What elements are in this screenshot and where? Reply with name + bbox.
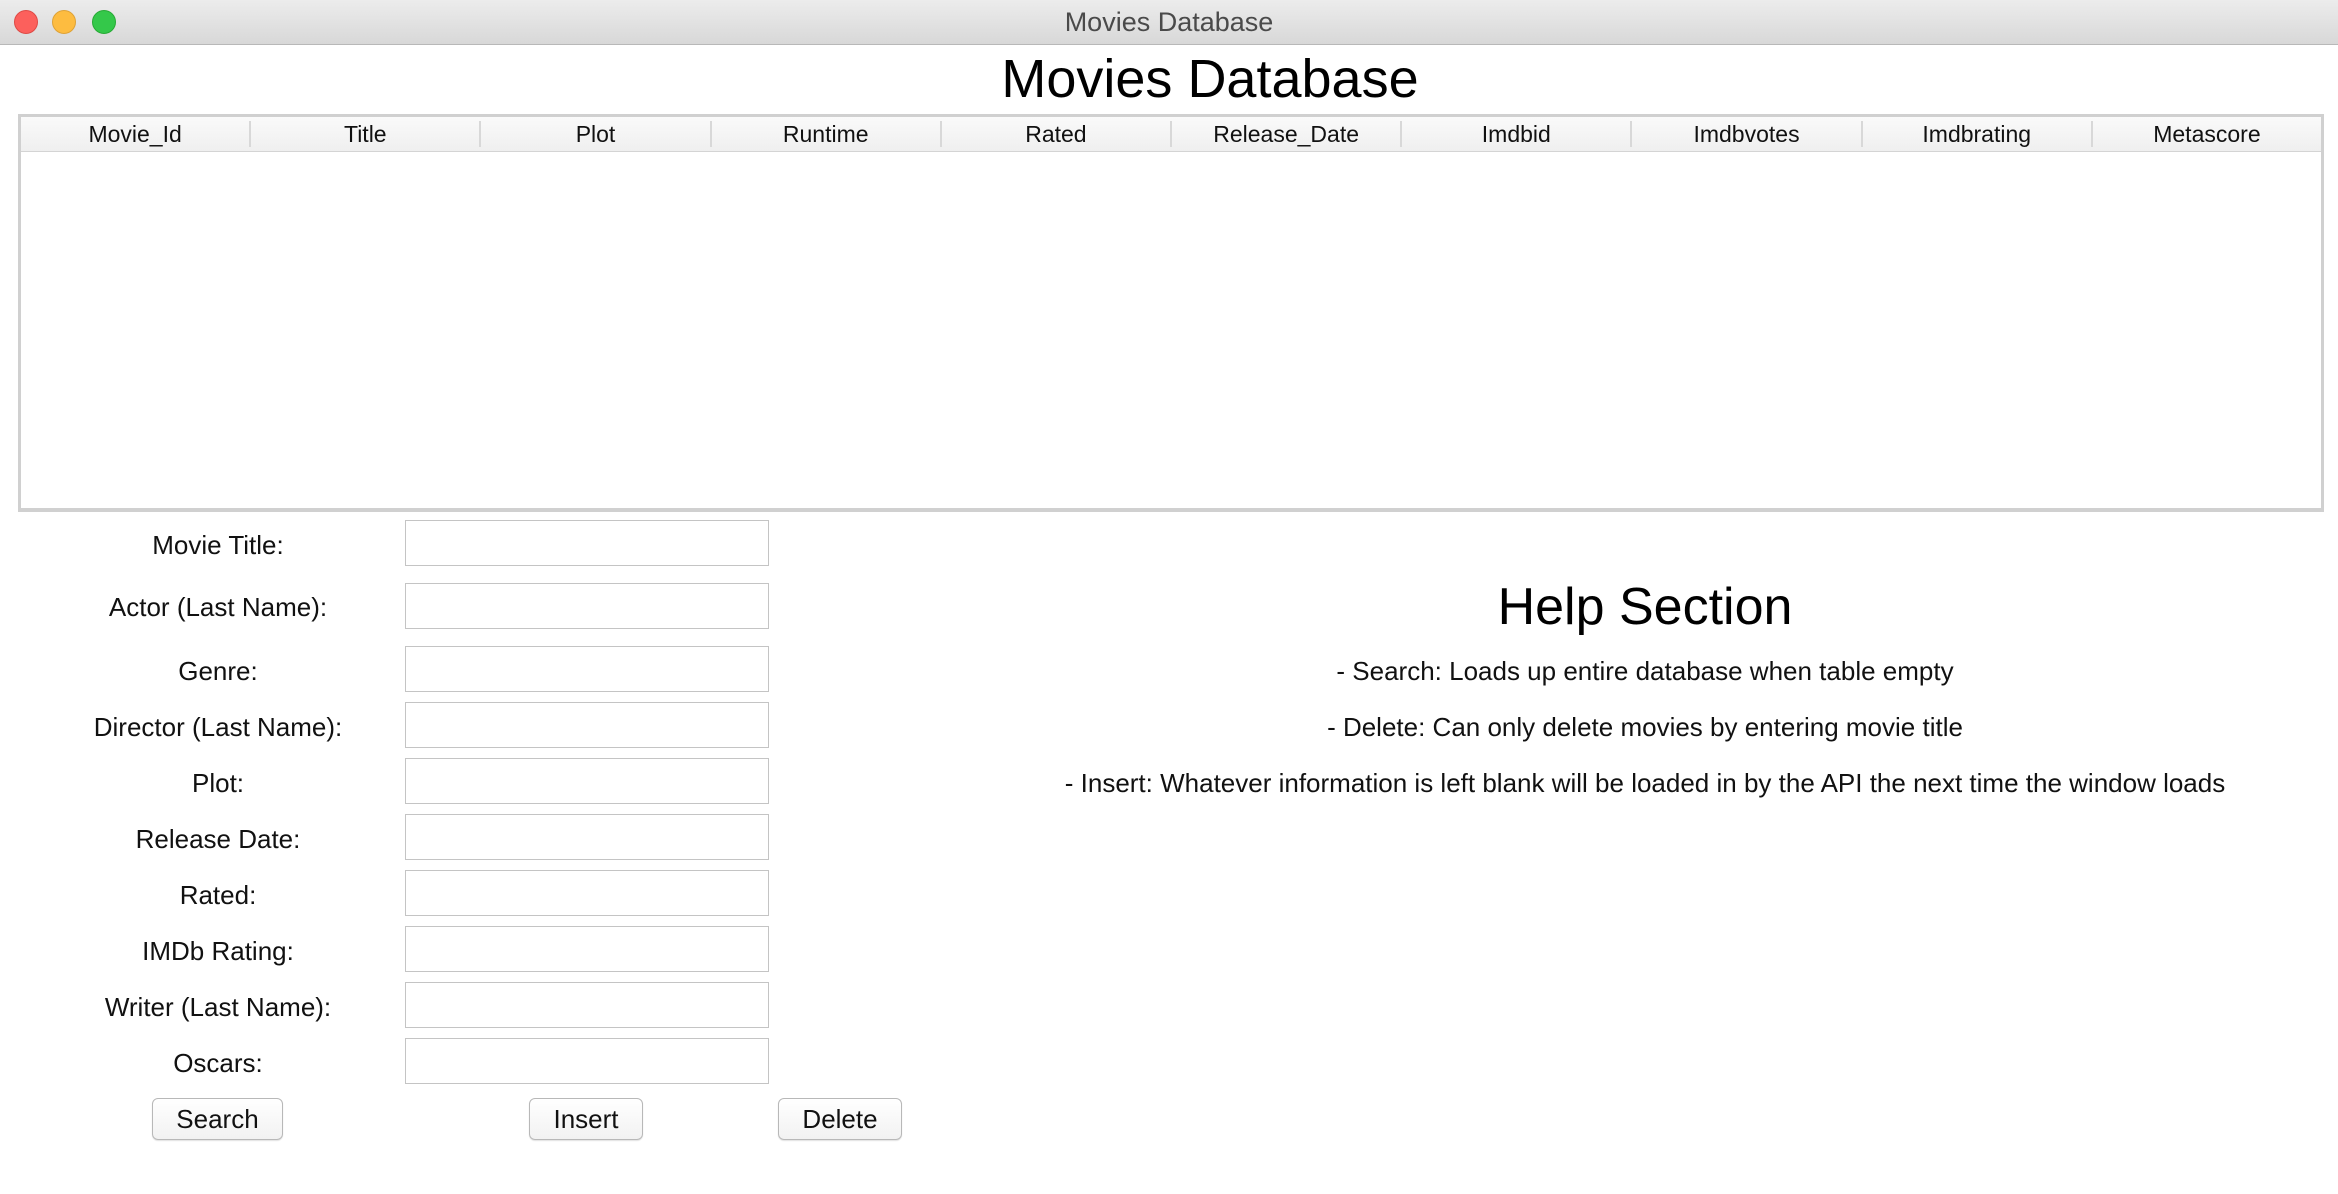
search-button[interactable]: Search [152, 1098, 283, 1140]
delete-button[interactable]: Delete [778, 1098, 902, 1140]
page-title: Movies Database [1001, 49, 1419, 109]
release-date-label: Release Date: [135, 824, 301, 854]
window-titlebar: Movies Database [0, 0, 2338, 45]
insert-button[interactable]: Insert [529, 1098, 643, 1140]
oscars-input[interactable] [405, 1038, 769, 1084]
help-search-text: - Search: Loads up entire database when … [1336, 656, 1954, 686]
director-last-name-input[interactable] [405, 702, 769, 748]
director-last-name-label: Director (Last Name): [93, 712, 343, 742]
movies-table[interactable]: Movie_Id Title Plot Runtime Rated Releas… [18, 114, 2324, 512]
table-header: Movie_Id Title Plot Runtime Rated Releas… [21, 117, 2321, 152]
help-section-heading: Help Section [1497, 578, 1793, 636]
column-header-imdbrating[interactable]: Imdbrating [1863, 121, 2093, 147]
plot-label: Plot: [191, 768, 245, 798]
column-header-title[interactable]: Title [251, 121, 482, 147]
release-date-input[interactable] [405, 814, 769, 860]
movie-title-label: Movie Title: [152, 530, 284, 560]
column-header-imdbvotes[interactable]: Imdbvotes [1632, 121, 1863, 147]
column-header-release-date[interactable]: Release_Date [1172, 121, 1403, 147]
imdb-rating-input[interactable] [405, 926, 769, 972]
actor-last-name-input[interactable] [405, 583, 769, 629]
movie-title-input[interactable] [405, 520, 769, 566]
column-header-metascore[interactable]: Metascore [2093, 121, 2321, 147]
column-header-plot[interactable]: Plot [481, 121, 712, 147]
column-header-imdbid[interactable]: Imdbid [1402, 121, 1633, 147]
writer-last-name-label: Writer (Last Name): [104, 992, 332, 1022]
window-title: Movies Database [1064, 7, 1274, 37]
plot-input[interactable] [405, 758, 769, 804]
column-header-rated[interactable]: Rated [942, 121, 1173, 147]
column-header-movie-id[interactable]: Movie_Id [21, 121, 252, 147]
table-body[interactable] [21, 152, 2321, 508]
genre-input[interactable] [405, 646, 769, 692]
help-insert-text: - Insert: Whatever information is left b… [1064, 768, 2226, 798]
actor-last-name-label: Actor (Last Name): [108, 592, 328, 622]
rated-input[interactable] [405, 870, 769, 916]
help-delete-text: - Delete: Can only delete movies by ente… [1327, 712, 1963, 742]
genre-label: Genre: [178, 656, 258, 686]
column-header-runtime[interactable]: Runtime [712, 121, 942, 147]
oscars-label: Oscars: [173, 1048, 263, 1078]
imdb-rating-label: IMDb Rating: [142, 936, 294, 966]
writer-last-name-input[interactable] [405, 982, 769, 1028]
rated-label: Rated: [179, 880, 257, 910]
